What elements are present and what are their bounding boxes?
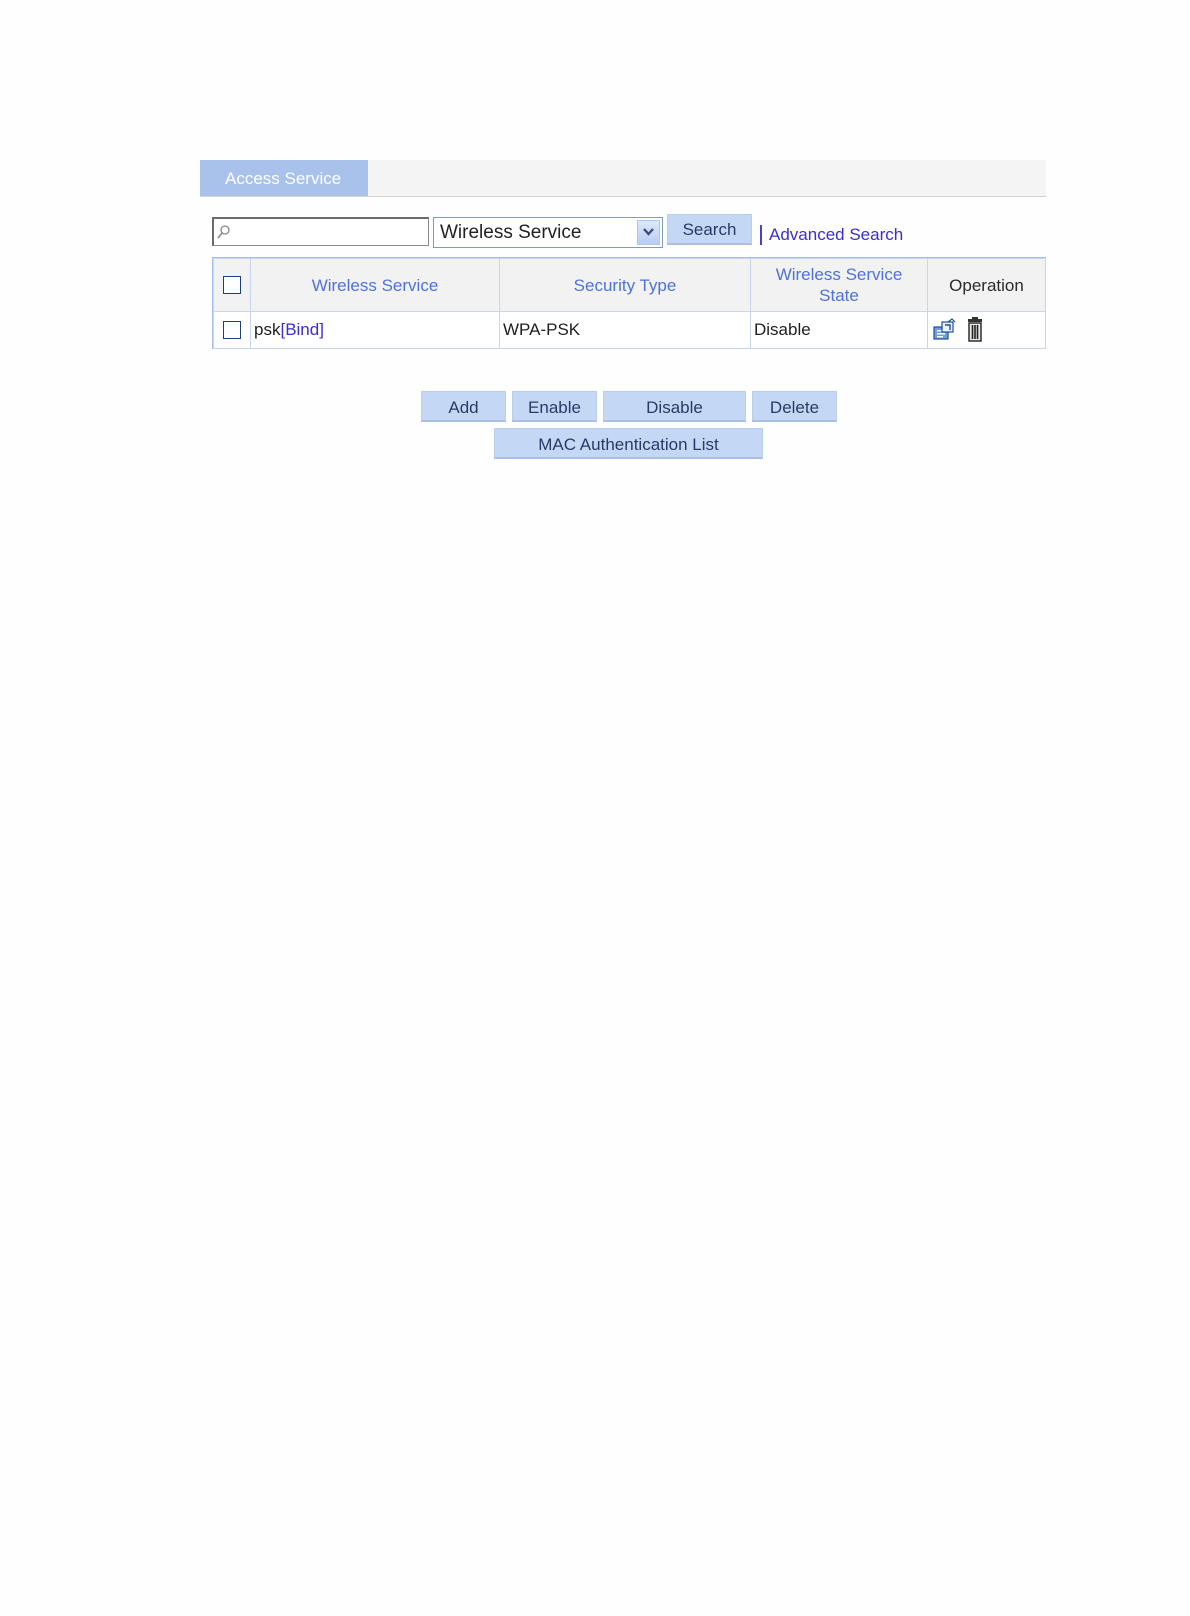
- col-header-security-type[interactable]: Security Type: [499, 258, 751, 312]
- separator: [760, 225, 762, 245]
- bind-link[interactable]: [Bind]: [280, 320, 323, 339]
- table-header-row: Wireless Service Security Type Wireless …: [213, 258, 1046, 312]
- mac-authentication-list-button[interactable]: MAC Authentication List: [494, 428, 763, 459]
- search-icon: [217, 225, 230, 239]
- tab-label: Access Service: [225, 169, 342, 188]
- disable-button[interactable]: Disable: [603, 391, 746, 422]
- search-button[interactable]: Search: [667, 214, 752, 245]
- search-input[interactable]: [234, 221, 428, 245]
- col-header-state-line2: State: [819, 286, 859, 305]
- tab-access-service[interactable]: Access Service: [200, 160, 368, 196]
- edit-icon[interactable]: [931, 318, 957, 342]
- select-all-checkbox[interactable]: [223, 276, 241, 294]
- add-button[interactable]: Add: [421, 391, 506, 422]
- search-field-value: Wireless Service: [440, 222, 582, 243]
- col-header-wireless-service[interactable]: Wireless Service: [250, 258, 500, 312]
- search-box[interactable]: [212, 217, 429, 246]
- cell-operation: [927, 311, 1046, 349]
- select-all-cell: [213, 258, 251, 312]
- col-header-state[interactable]: Wireless Service State: [750, 258, 928, 312]
- col-header-state-line1: Wireless Service: [775, 265, 903, 284]
- cell-security-type: WPA-PSK: [499, 311, 751, 349]
- tab-bar: Access Service: [200, 160, 1046, 197]
- search-field-select[interactable]: Wireless Service: [433, 217, 663, 248]
- dropdown-button[interactable]: [637, 220, 660, 245]
- cell-wireless-service: psk[Bind]: [250, 311, 500, 349]
- row-select-cell: [213, 311, 251, 349]
- row-checkbox[interactable]: [223, 321, 241, 339]
- chevron-down-icon: [643, 228, 654, 236]
- service-grid: Wireless Service Security Type Wireless …: [213, 258, 1046, 349]
- advanced-search-link[interactable]: Advanced Search: [769, 225, 903, 245]
- table-row: psk[Bind] WPA-PSK Disable: [213, 311, 1046, 349]
- service-name: psk: [254, 320, 281, 339]
- service-table: Wireless Service Security Type Wireless …: [212, 257, 1046, 349]
- cell-state: Disable: [750, 311, 928, 349]
- delete-icon[interactable]: [964, 317, 986, 343]
- delete-button[interactable]: Delete: [752, 391, 837, 422]
- enable-button[interactable]: Enable: [512, 391, 597, 422]
- col-header-operation: Operation: [927, 258, 1046, 312]
